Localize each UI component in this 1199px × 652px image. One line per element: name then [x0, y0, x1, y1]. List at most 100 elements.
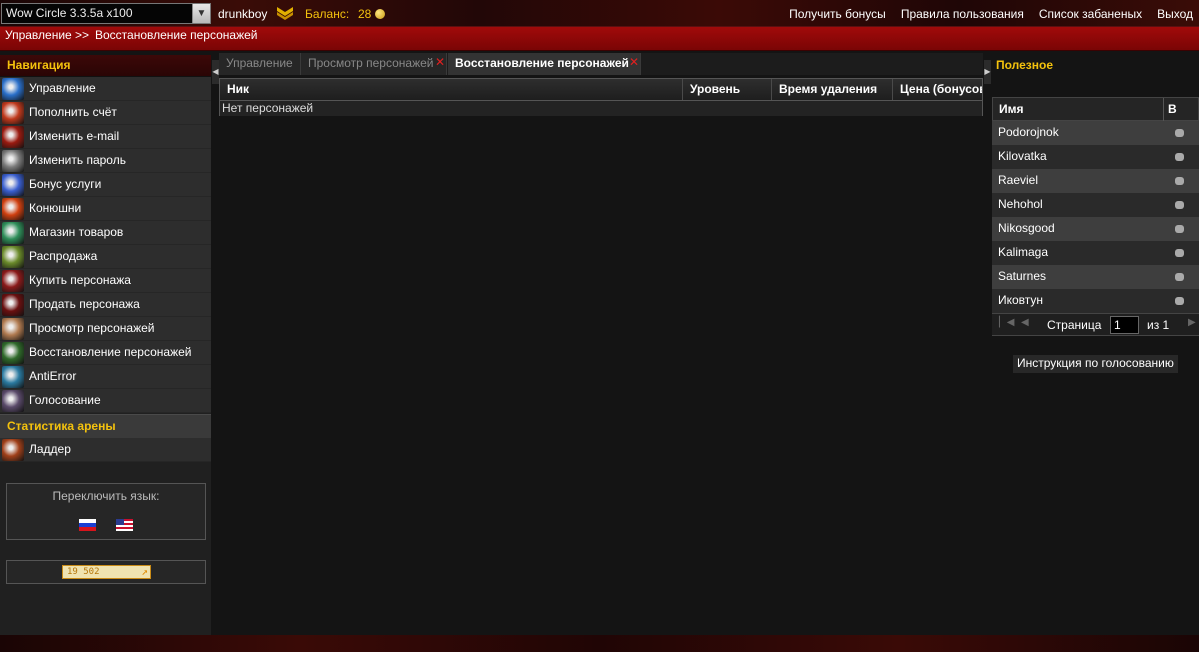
page-input[interactable] — [1110, 316, 1139, 334]
tab-restore-characters[interactable]: Восстановление персонажей ✕ — [448, 53, 641, 75]
nav-list: Управление Пополнить счёт Изменить e-mail И… — [0, 77, 211, 413]
characters-grid: Ник Уровень Время удаления Цена (бонусов… — [219, 78, 983, 116]
counter-value: 19 502 — [67, 567, 100, 577]
prev-page-icon[interactable]: ◀ — [1021, 317, 1029, 328]
top-links: Получить бонусы Правила пользования Спис… — [789, 7, 1199, 21]
breadcrumb-current: Восстановление персонажей — [95, 28, 258, 42]
email-icon — [2, 126, 24, 148]
logout-link[interactable]: Выход — [1157, 7, 1193, 21]
sidebar-item[interactable]: Бонус услуги — [0, 173, 211, 197]
table-row[interactable]: Podorojnok — [992, 121, 1199, 145]
table-row[interactable]: Nehohol — [992, 193, 1199, 217]
deposit-icon — [2, 102, 24, 124]
next-page-icon[interactable]: ▶ — [1188, 317, 1196, 328]
sidebar-item-label: Ладдер — [29, 442, 71, 456]
sidebar-item[interactable]: Голосование — [0, 389, 211, 413]
sidebar-item[interactable]: Распродажа — [0, 245, 211, 269]
page-count-label: из 1 — [1147, 318, 1170, 332]
in-game-status-icon — [1175, 297, 1184, 305]
collapse-right-handle[interactable]: ▶ — [984, 60, 991, 84]
sidebar-item[interactable]: Пополнить счёт — [0, 101, 211, 125]
in-game-status-icon — [1175, 153, 1184, 161]
username[interactable]: drunkboy — [218, 7, 267, 21]
online-table-header: Имя В игре — [992, 97, 1199, 142]
player-name: Raeviel — [998, 173, 1039, 187]
player-name: Иковтун — [998, 293, 1044, 307]
top-bar: Wow Circle 3.3.5a x100 ▼ drunkboy Баланс… — [0, 0, 1199, 27]
shop-icon — [2, 222, 24, 244]
in-game-status-icon — [1175, 201, 1184, 209]
online-table-body: Podorojnok Kilovatka Raeviel Nehohol Nikosgo… — [992, 121, 1199, 313]
buy-character-icon — [2, 270, 24, 292]
tab-management[interactable]: Управление — [219, 53, 301, 75]
sidebar-item-label: Пополнить счёт — [29, 105, 117, 119]
password-icon — [2, 150, 24, 172]
main-content: Управление Просмотр персонажей ✕ Восстан… — [219, 53, 983, 633]
column-price[interactable]: Цена (бонусов — [892, 79, 982, 100]
bottom-bar — [0, 635, 1199, 652]
column-name[interactable]: Имя — [999, 98, 1024, 120]
sidebar-item[interactable]: Просмотр персонажей — [0, 317, 211, 341]
column-nick[interactable]: Ник — [220, 79, 682, 100]
voting-instructions-button[interactable]: Инструкция по голосованию — [1013, 355, 1178, 373]
column-level[interactable]: Уровень — [682, 79, 771, 100]
tab-view-characters[interactable]: Просмотр персонажей ✕ — [301, 53, 447, 75]
server-select-value: Wow Circle 3.3.5a x100 — [6, 6, 133, 20]
sidebar-item-label: Продать персонажа — [29, 297, 140, 311]
terms-link[interactable]: Правила пользования — [901, 7, 1024, 21]
table-row[interactable]: Nikosgood — [992, 217, 1199, 241]
table-row[interactable]: Raeviel — [992, 169, 1199, 193]
table-row[interactable]: Kilovatka — [992, 145, 1199, 169]
sidebar-item[interactable]: Конюшни — [0, 197, 211, 221]
ladder-icon — [2, 439, 24, 461]
banned-list-link[interactable]: Список забаненых — [1039, 7, 1142, 21]
sidebar-item[interactable]: Ладдер — [0, 438, 211, 462]
player-name: Podorojnok — [998, 125, 1059, 139]
get-bonus-link[interactable]: Получить бонусы — [789, 7, 886, 21]
sidebar-item[interactable]: Изменить e-mail — [0, 125, 211, 149]
sidebar-item-label: Управление — [29, 81, 96, 95]
right-panel: Полезное Имя В игре Podorojnok Kilovatka R… — [991, 53, 1199, 633]
sidebar-item-label: Голосование — [29, 393, 101, 407]
russian-flag-icon[interactable] — [79, 519, 96, 531]
antierror-icon — [2, 366, 24, 388]
bonus-icon — [2, 174, 24, 196]
sidebar-item-label: Изменить e-mail — [29, 129, 120, 143]
player-name: Saturnes — [998, 269, 1047, 283]
breadcrumb: Управление >> Восстановление персонажей — [0, 27, 1199, 51]
sidebar-item[interactable]: Купить персонажа — [0, 269, 211, 293]
in-game-status-icon — [1175, 129, 1184, 137]
voting-icon — [2, 390, 24, 412]
rank-chevron-icon — [277, 7, 293, 20]
empty-message: Нет персонажей — [220, 101, 982, 116]
in-game-status-icon — [1175, 273, 1184, 281]
sidebar-item[interactable]: AntiError — [0, 365, 211, 389]
language-label: Переключить язык: — [52, 489, 160, 503]
close-icon[interactable]: ✕ — [435, 52, 445, 73]
sidebar-item-label: Изменить пароль — [29, 153, 126, 167]
sidebar-item[interactable]: Управление — [0, 77, 211, 101]
breadcrumb-root[interactable]: Управление >> — [5, 28, 89, 42]
us-flag-icon[interactable] — [116, 519, 133, 531]
tab-label: Управление — [226, 56, 293, 70]
collapse-left-handle[interactable]: ◀ — [212, 60, 219, 84]
table-row[interactable]: Saturnes — [992, 265, 1199, 289]
visit-counter[interactable]: 19 502 ↗ — [62, 565, 151, 579]
stables-icon — [2, 198, 24, 220]
table-row[interactable]: Kalimaga — [992, 241, 1199, 265]
sidebar-item[interactable]: Изменить пароль — [0, 149, 211, 173]
column-deletion-time[interactable]: Время удаления — [771, 79, 892, 100]
sidebar-item[interactable]: Восстановление персонажей — [0, 341, 211, 365]
sidebar-item-label: Конюшни — [29, 201, 82, 215]
server-select[interactable]: Wow Circle 3.3.5a x100 ▼ — [1, 3, 211, 24]
sidebar-item-label: Распродажа — [29, 249, 98, 263]
first-page-icon[interactable]: ▏◀ — [999, 317, 1014, 328]
sidebar-item-label: AntiError — [29, 369, 77, 383]
sidebar-item[interactable]: Продать персонажа — [0, 293, 211, 317]
sidebar-item[interactable]: Магазин товаров — [0, 221, 211, 245]
balance-label: Баланс: — [305, 7, 350, 21]
close-icon[interactable]: ✕ — [629, 52, 639, 73]
chevron-down-icon[interactable]: ▼ — [192, 4, 210, 23]
table-row[interactable]: Иковтун — [992, 289, 1199, 313]
online-table: Имя В игре Podorojnok Kilovatka Raeviel Neh… — [992, 97, 1199, 313]
